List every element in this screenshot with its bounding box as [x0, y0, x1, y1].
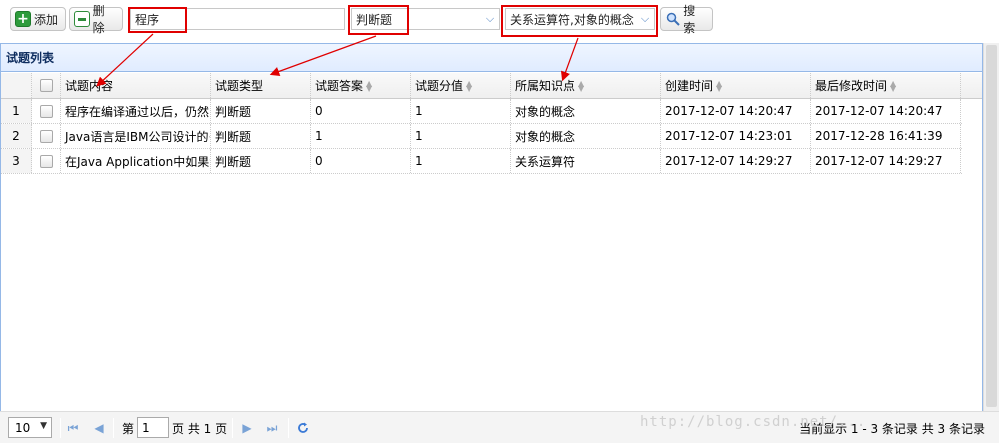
toolbar: + 添加 删除 程序 判断题 ⌵ 关系运算符,对象的概念 ⌵ 搜索	[0, 0, 999, 42]
column-header-modified[interactable]: 最后修改时间 ▲ ▼	[811, 73, 961, 98]
row-checkbox-cell	[32, 99, 61, 123]
table-row[interactable]: 2 Java语言是IBM公司设计的· 判断题 1 1 对象的概念 2017-12…	[1, 124, 962, 149]
cell-score: 1	[411, 149, 511, 173]
cell-answer: 1	[311, 124, 411, 148]
select-all-checkbox[interactable]	[39, 79, 53, 92]
cell-knowledge: 对象的概念	[511, 99, 661, 123]
row-checkbox[interactable]	[39, 104, 53, 118]
cell-answer: 0	[311, 149, 411, 173]
annotation-box-type	[348, 5, 409, 35]
pager-separator	[288, 418, 289, 438]
pager-separator	[232, 418, 233, 438]
page-number-input[interactable]: 1	[137, 417, 169, 438]
cell-created: 2017-12-07 14:23:01	[661, 124, 811, 148]
column-header-answer[interactable]: 试题答案 ▲ ▼	[311, 73, 411, 98]
plus-icon: +	[15, 11, 31, 27]
cell-content: 在Java Application中如果没	[61, 149, 211, 173]
search-button[interactable]: 搜索	[660, 4, 713, 35]
page-number-value: 1	[142, 420, 150, 435]
row-number: 2	[1, 124, 32, 148]
annotation-box-knowledge	[501, 5, 658, 37]
page-suffix: 页 共 1 页	[172, 422, 228, 436]
search-icon	[665, 11, 680, 27]
row-checkbox-cell	[32, 124, 61, 148]
cell-modified: 2017-12-07 14:29:27	[811, 149, 961, 173]
add-button-label: 添加	[34, 12, 59, 27]
table-row[interactable]: 1 程序在编译通过以后，仍然 判断题 0 1 对象的概念 2017-12-07 …	[1, 99, 962, 124]
cell-type: 判断题	[211, 124, 311, 148]
page-size-select[interactable]: 10 ▼	[8, 417, 52, 438]
sort-icon: ▲ ▼	[890, 78, 897, 93]
panel-title: 试题列表	[1, 44, 982, 72]
row-number: 3	[1, 149, 32, 173]
cell-type: 判断题	[211, 99, 311, 123]
sort-icon: ▲ ▼	[366, 78, 373, 93]
column-header-score[interactable]: 试题分值 ▲ ▼	[411, 73, 511, 98]
pager-separator	[60, 418, 61, 438]
page-size-value: 10	[15, 420, 31, 435]
cell-type: 判断题	[211, 149, 311, 173]
cell-knowledge: 对象的概念	[511, 124, 661, 148]
cell-created: 2017-12-07 14:20:47	[661, 99, 811, 123]
vertical-scrollbar[interactable]	[983, 43, 999, 411]
add-button[interactable]: + 添加	[10, 7, 66, 31]
annotation-box-keyword	[128, 7, 187, 33]
search-button-label: 搜索	[683, 4, 696, 35]
cell-modified: 2017-12-28 16:41:39	[811, 124, 961, 148]
cell-score: 1	[411, 124, 511, 148]
question-list-panel: 试题列表 试题内容 试题类型 试题答案 ▲ ▼ 试题分值 ▲ ▼ 所属知识点 ▲ ▼ 创建时…	[0, 43, 983, 443]
delete-button[interactable]: 删除	[69, 4, 123, 35]
row-checkbox[interactable]	[39, 129, 53, 143]
refresh-icon[interactable]	[296, 420, 310, 436]
delete-button-label: 删除	[92, 4, 105, 35]
chevron-down-icon[interactable]: ⌵	[481, 9, 499, 29]
scrollbar-thumb[interactable]	[986, 45, 997, 407]
sort-icon: ▲ ▼	[466, 78, 473, 93]
column-header-type[interactable]: 试题类型	[211, 73, 311, 98]
prev-page-icon[interactable]: ◀	[92, 420, 106, 436]
row-checkbox-cell	[32, 149, 61, 173]
cell-answer: 0	[311, 99, 411, 123]
row-checkbox[interactable]	[39, 154, 53, 168]
last-page-icon[interactable]: ⏭	[265, 420, 279, 436]
row-number: 1	[1, 99, 32, 123]
cell-created: 2017-12-07 14:29:27	[661, 149, 811, 173]
sort-icon: ▲ ▼	[578, 78, 585, 93]
cell-knowledge: 关系运算符	[511, 149, 661, 173]
cell-modified: 2017-12-07 14:20:47	[811, 99, 961, 123]
first-page-icon[interactable]: ⏮	[66, 420, 80, 436]
watermark-text: http://blog.csdn.net/...	[640, 414, 867, 430]
grid-header: 试题内容 试题类型 试题答案 ▲ ▼ 试题分值 ▲ ▼ 所属知识点 ▲ ▼ 创建时间 ▲ ▼ 最…	[1, 73, 982, 99]
select-all-cell	[32, 73, 61, 98]
triangle-down-icon: ▼	[40, 421, 47, 431]
sort-icon: ▲ ▼	[716, 78, 723, 93]
page-prefix: 第	[122, 422, 135, 436]
column-header-content[interactable]: 试题内容	[61, 73, 211, 98]
cell-content: Java语言是IBM公司设计的·	[61, 124, 211, 148]
next-page-icon[interactable]: ▶	[240, 420, 254, 436]
rownum-header	[1, 73, 32, 98]
cell-content: 程序在编译通过以后，仍然	[61, 99, 211, 123]
table-row[interactable]: 3 在Java Application中如果没 判断题 0 1 关系运算符 20…	[1, 149, 962, 174]
pager-separator	[113, 418, 114, 438]
cell-score: 1	[411, 99, 511, 123]
minus-icon	[74, 11, 90, 27]
column-header-created[interactable]: 创建时间 ▲ ▼	[661, 73, 811, 98]
column-header-knowledge[interactable]: 所属知识点 ▲ ▼	[511, 73, 661, 98]
